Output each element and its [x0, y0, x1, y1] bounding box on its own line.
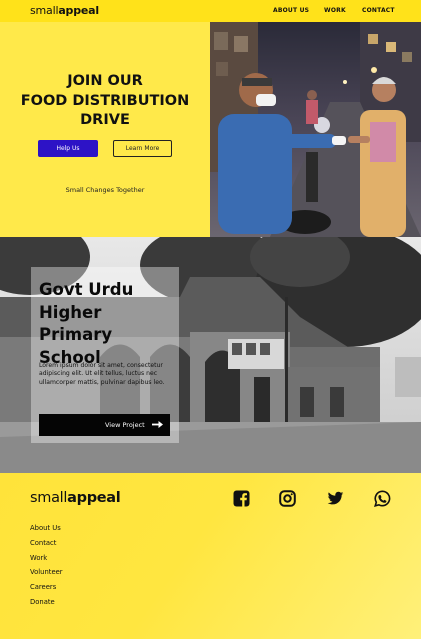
facebook-icon[interactable]: [233, 490, 250, 507]
view-project-button[interactable]: View Project: [39, 414, 170, 436]
view-project-label: View Project: [105, 421, 145, 429]
food-distribution-photo: [210, 22, 421, 237]
twitter-icon[interactable]: [327, 490, 344, 507]
hero-tagline: Small Changes Together: [65, 186, 145, 194]
footer-link-about-us[interactable]: About Us: [30, 524, 63, 539]
whatsapp-icon[interactable]: [374, 490, 391, 507]
instagram-icon[interactable]: [279, 490, 296, 507]
nav-work[interactable]: WORK: [324, 7, 346, 14]
photo-illustration: [210, 22, 421, 237]
footer-logo[interactable]: smallappeal: [30, 490, 121, 506]
footer-link-volunteer[interactable]: Volunteer: [30, 568, 63, 583]
nav-contact[interactable]: CONTACT: [362, 7, 395, 14]
footer-links: About Us Contact Work Volunteer Careers …: [30, 524, 63, 613]
arrow-right-icon: [152, 421, 163, 430]
learn-more-button[interactable]: Learn More: [113, 140, 172, 157]
footer-link-work[interactable]: Work: [30, 554, 63, 569]
project-title: Govt Urdu Higher Primary School: [39, 280, 134, 367]
footer-link-contact[interactable]: Contact: [30, 539, 63, 554]
hero-title: JOIN OUR FOOD DISTRIBUTION DRIVE: [20, 73, 190, 128]
nav-about-us[interactable]: ABOUT US: [273, 7, 309, 14]
header-logo[interactable]: smallappeal: [30, 4, 99, 17]
help-us-button[interactable]: Help Us: [38, 140, 98, 157]
project-description: Lorem ipsum dolor sit amet, consectetur …: [39, 362, 165, 386]
footer-link-donate[interactable]: Donate: [30, 598, 63, 613]
footer-link-careers[interactable]: Careers: [30, 583, 63, 598]
